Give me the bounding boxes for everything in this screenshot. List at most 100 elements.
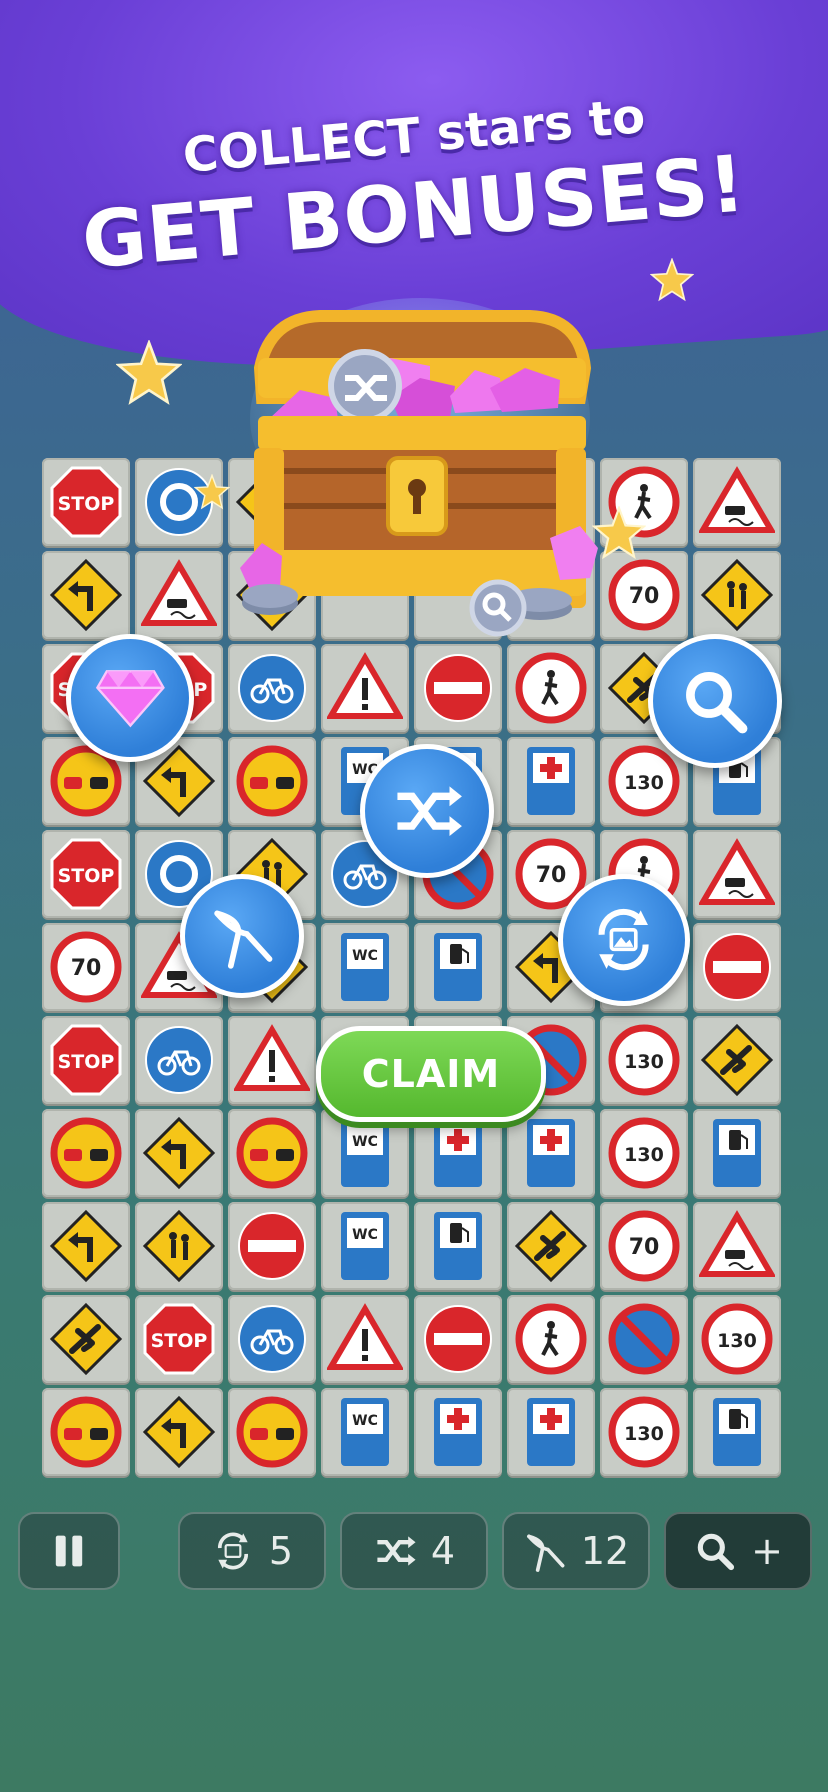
board-tile-warning[interactable] — [321, 644, 409, 732]
fuel-sign-icon — [713, 1398, 761, 1466]
star-icon — [194, 474, 230, 510]
board-tile-warning[interactable] — [228, 1016, 316, 1104]
svg-text:70: 70 — [536, 863, 567, 888]
board-tile-stop[interactable]: STOP — [135, 1295, 223, 1383]
no-overtaking-sign-icon — [50, 1396, 122, 1468]
no-overtaking-sign-icon — [236, 1396, 308, 1468]
board-tile-speed-70[interactable]: 70 — [600, 551, 688, 639]
board-tile-hospital[interactable] — [507, 737, 595, 825]
board-tile-no-parking[interactable] — [600, 1295, 688, 1383]
board-tile-pedestrian-noentry[interactable] — [507, 1295, 595, 1383]
board-tile-wc[interactable]: WC — [321, 1388, 409, 1476]
bicycle-sign-icon — [238, 1305, 306, 1373]
svg-text:WC: WC — [352, 1413, 378, 1429]
svg-text:STOP: STOP — [58, 865, 115, 887]
board-tile-stop[interactable]: STOP — [42, 458, 130, 546]
board-tile-no-entry[interactable] — [693, 923, 781, 1011]
board-tile-bicycle[interactable] — [228, 1295, 316, 1383]
swap-images-icon — [598, 909, 650, 971]
board-tile-no-entry[interactable] — [414, 1295, 502, 1383]
board-tile-wc[interactable]: WC — [321, 923, 409, 1011]
hint-tool-button[interactable]: + — [664, 1512, 812, 1590]
speed-70-sign-icon: 70 — [50, 931, 122, 1003]
fuel-sign-icon — [434, 1212, 482, 1280]
board-tile-no-entry[interactable] — [228, 1202, 316, 1290]
board-tile-no-entry[interactable] — [414, 644, 502, 732]
svg-text:70: 70 — [629, 1235, 660, 1260]
board-tile-no-overtaking[interactable] — [42, 1388, 130, 1476]
shuffle-icon — [377, 1536, 416, 1566]
treasure-chest-icon — [240, 298, 598, 637]
board-tile-speed-130[interactable]: 130 — [693, 1295, 781, 1383]
board-tile-slippery[interactable] — [693, 830, 781, 918]
swap-tool-button[interactable]: 5 — [178, 1512, 326, 1590]
board-tile-elderly[interactable] — [135, 1202, 223, 1290]
board-tile-elderly[interactable] — [693, 551, 781, 639]
hint-add: + — [751, 1529, 783, 1573]
board-tile-no-overtaking[interactable] — [228, 1109, 316, 1197]
no-entry-sign-icon — [424, 1305, 492, 1373]
board-tile-hospital[interactable] — [414, 1388, 502, 1476]
board-tile-wc[interactable]: WC — [321, 1109, 409, 1197]
turn-left-sign-icon — [142, 1395, 216, 1469]
star-icon — [116, 340, 182, 405]
speed-70-sign-icon: 70 — [608, 1210, 680, 1282]
board-tile-bicycle[interactable] — [228, 644, 316, 732]
pause-button[interactable] — [18, 1512, 120, 1590]
pause-icon — [55, 1535, 83, 1567]
board-tile-turn-left[interactable] — [42, 1202, 130, 1290]
warning-sign-icon — [327, 1303, 403, 1370]
board-tile-fuel[interactable] — [414, 1202, 502, 1290]
board-tile-slippery[interactable] — [693, 1202, 781, 1290]
board-tile-airport[interactable] — [693, 1016, 781, 1104]
shuffle-icon — [397, 786, 462, 836]
board-tile-turn-left[interactable] — [42, 551, 130, 639]
airport-sign-icon — [700, 1023, 774, 1097]
pliers-bonus-bubble — [180, 874, 304, 998]
board-tile-turn-left[interactable] — [135, 1109, 223, 1197]
board-tile-speed-130[interactable]: 130 — [600, 1109, 688, 1197]
stop-sign-icon: STOP — [50, 466, 122, 538]
board-tile-slippery[interactable] — [693, 458, 781, 546]
warning-sign-icon — [327, 652, 403, 719]
shuffle-tool-button[interactable]: 4 — [340, 1512, 488, 1590]
board-tile-fuel[interactable] — [414, 923, 502, 1011]
board-tile-speed-130[interactable]: 130 — [600, 1388, 688, 1476]
board-tile-stop[interactable]: STOP — [42, 1016, 130, 1104]
board-tile-speed-70[interactable]: 70 — [42, 923, 130, 1011]
swap-count: 5 — [268, 1529, 294, 1573]
board-tile-speed-130[interactable]: 130 — [600, 1016, 688, 1104]
board-tile-fuel[interactable] — [693, 1388, 781, 1476]
svg-text:70: 70 — [71, 956, 102, 981]
shuffle-bonus-bubble — [360, 744, 494, 878]
board-tile-hospital[interactable] — [507, 1388, 595, 1476]
board-tile-warning[interactable] — [321, 1295, 409, 1383]
board-tile-hospital[interactable] — [414, 1109, 502, 1197]
svg-text:STOP: STOP — [58, 493, 115, 515]
no-entry-sign-icon — [238, 1212, 306, 1280]
board-tile-fuel[interactable] — [693, 1109, 781, 1197]
board-tile-turn-left[interactable] — [135, 1388, 223, 1476]
board-tile-no-overtaking[interactable] — [42, 1109, 130, 1197]
board-tile-pedestrian-noentry[interactable] — [507, 644, 595, 732]
slippery-sign-icon — [699, 1210, 775, 1277]
elderly-sign-icon — [700, 558, 774, 632]
board-tile-airport[interactable] — [42, 1295, 130, 1383]
gem-bonus-bubble — [66, 634, 194, 762]
svg-text:STOP: STOP — [58, 1051, 115, 1073]
board-tile-no-overtaking[interactable] — [228, 737, 316, 825]
board-tile-bicycle[interactable] — [135, 1016, 223, 1104]
pliers-tool-button[interactable]: 12 — [502, 1512, 650, 1590]
warning-sign-icon — [234, 1024, 310, 1091]
turn-left-sign-icon — [49, 1209, 123, 1283]
claim-button[interactable]: CLAIM — [316, 1026, 546, 1122]
board-tile-speed-70[interactable]: 70 — [600, 1202, 688, 1290]
airport-sign-icon — [514, 1209, 588, 1283]
board-tile-wc[interactable]: WC — [321, 1202, 409, 1290]
board-tile-stop[interactable]: STOP — [42, 830, 130, 918]
board-tile-no-overtaking[interactable] — [228, 1388, 316, 1476]
no-parking-sign-icon — [608, 1303, 680, 1375]
board-tile-slippery[interactable] — [135, 551, 223, 639]
board-tile-hospital[interactable] — [507, 1109, 595, 1197]
board-tile-airport[interactable] — [507, 1202, 595, 1290]
